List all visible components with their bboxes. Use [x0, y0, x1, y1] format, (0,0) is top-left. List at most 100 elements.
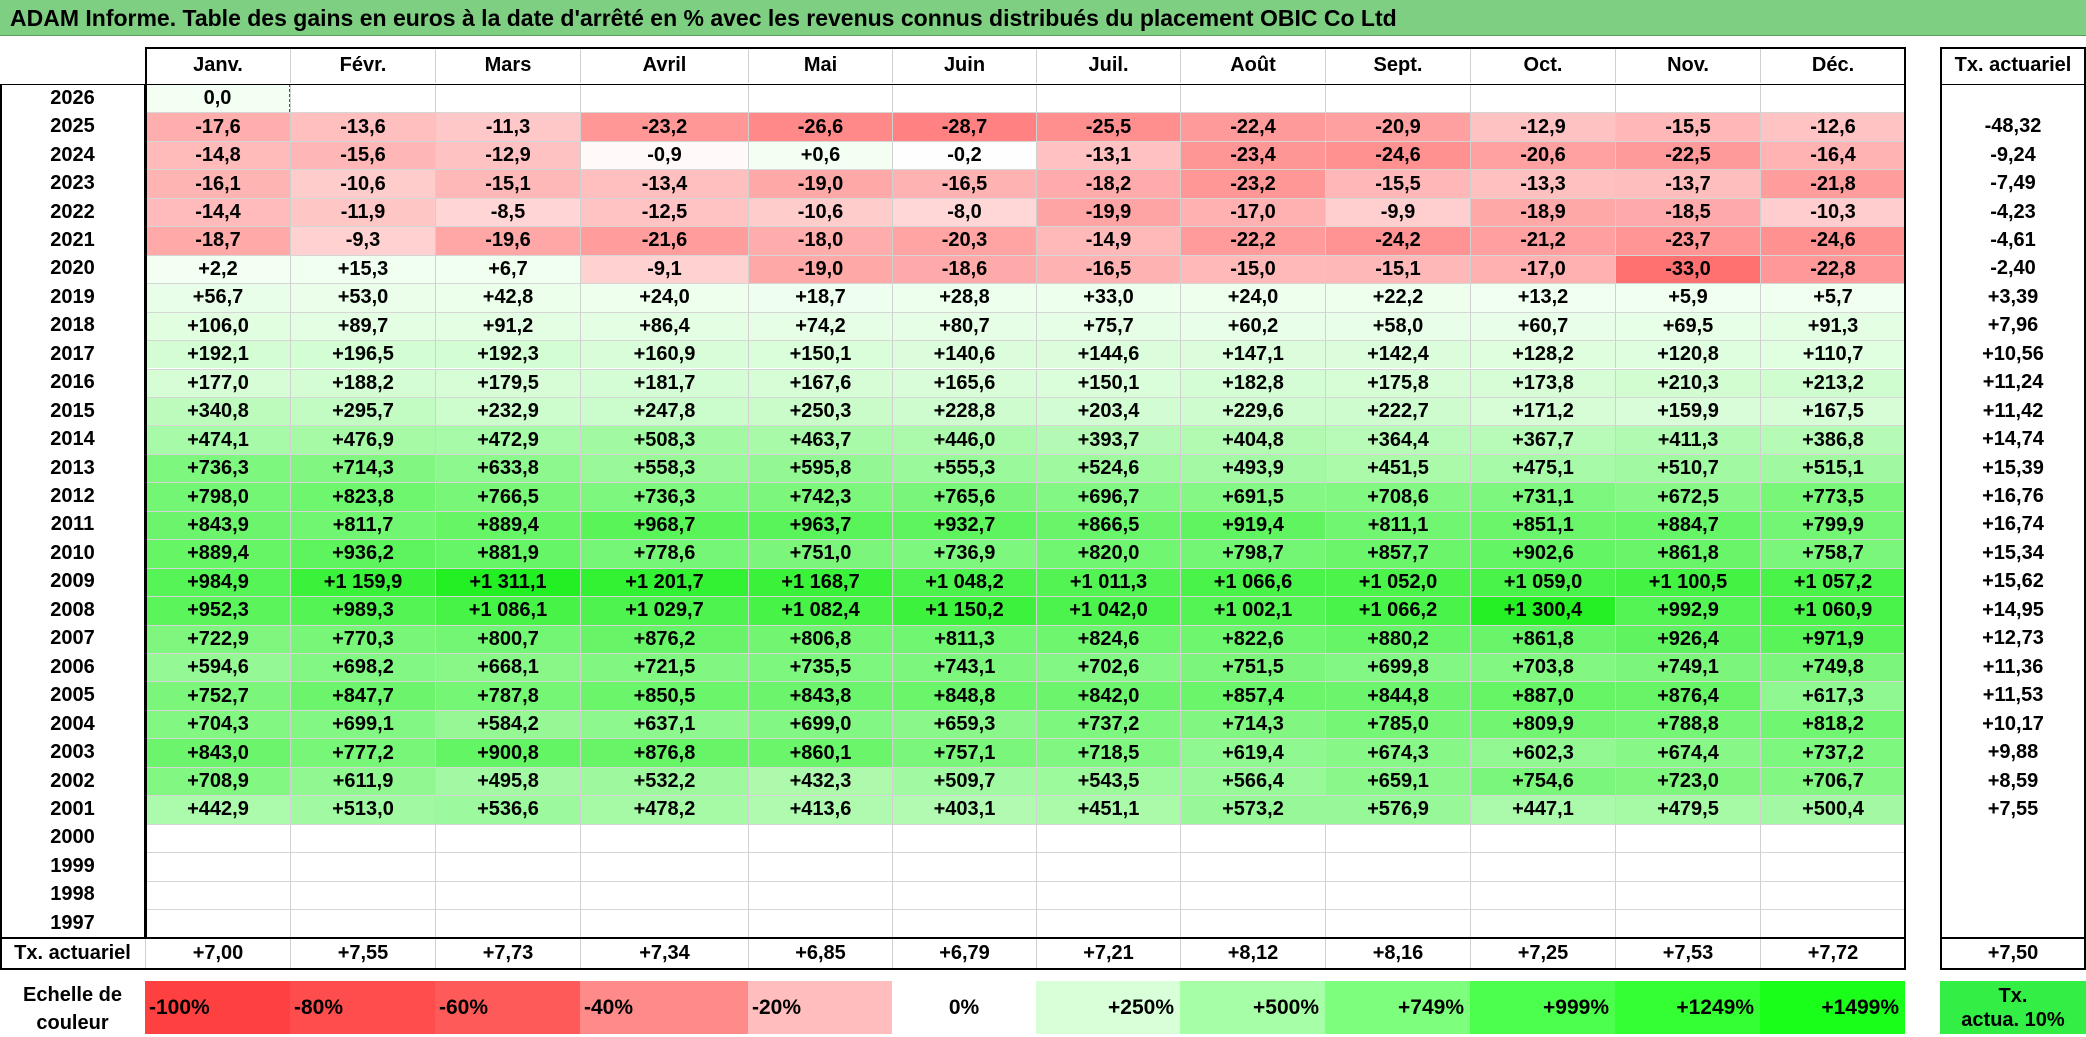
gain-cell: +1 082,4 [748, 596, 892, 625]
gain-cell: -23,2 [1180, 169, 1325, 198]
gain-cell: +787,8 [435, 681, 580, 710]
gain-cell: -21,2 [1470, 226, 1615, 255]
rate-header-underline [1940, 84, 2086, 85]
gain-cell: +884,7 [1615, 510, 1760, 540]
gain-cell: +992,9 [1615, 596, 1760, 625]
gain-cell: -15,5 [1615, 112, 1760, 141]
gain-cell: +58,0 [1325, 311, 1470, 341]
gain-cell: +558,3 [580, 453, 748, 483]
gain-cell: +823,8 [290, 482, 435, 511]
color-scale-swatch: +1249% [1615, 981, 1760, 1034]
gain-cell: +736,3 [580, 482, 748, 511]
gain-cell: +881,9 [435, 539, 580, 568]
gain-cell: +714,3 [1180, 709, 1325, 739]
gain-cell: +451,1 [1036, 795, 1180, 824]
gain-cell: -16,5 [892, 169, 1036, 198]
gain-cell: +806,8 [748, 624, 892, 653]
gain-cell [1180, 823, 1325, 853]
gain-cell: +167,5 [1760, 396, 1905, 426]
gain-cell: +857,4 [1180, 681, 1325, 710]
gain-cell: +971,9 [1760, 624, 1905, 653]
color-scale-swatch: -60% [435, 981, 580, 1034]
gain-cell: -18,9 [1470, 197, 1615, 227]
gain-cell: +508,3 [580, 425, 748, 454]
gain-cell: +1 300,4 [1470, 596, 1615, 625]
gain-cell: +478,2 [580, 795, 748, 824]
gain-cell: +472,9 [435, 425, 580, 454]
color-scale-swatch: +1499% [1760, 981, 1905, 1034]
gain-cell [1325, 880, 1470, 910]
gain-cell: +968,7 [580, 510, 748, 540]
gain-cell: +696,7 [1036, 482, 1180, 511]
gain-cell: -17,0 [1470, 254, 1615, 284]
gain-cell: +785,0 [1325, 709, 1470, 739]
gain-cell [580, 84, 748, 113]
gain-cell: +798,0 [145, 482, 290, 511]
gain-cell: +702,6 [1036, 653, 1180, 682]
gain-cell: +60,2 [1180, 311, 1325, 341]
footer-rate-cell: +7,55 [290, 937, 435, 970]
gain-cell: +247,8 [580, 396, 748, 426]
gain-cell [435, 823, 580, 853]
gain-cell: +811,3 [892, 624, 1036, 653]
footer-rate-cell: +7,00 [145, 937, 290, 970]
gain-cell: +295,7 [290, 396, 435, 426]
gain-cell: +843,0 [145, 738, 290, 767]
gain-cell: +203,4 [1036, 396, 1180, 426]
gain-cell: +393,7 [1036, 425, 1180, 454]
gain-cell [145, 880, 290, 910]
gain-cell [290, 84, 435, 113]
gain-cell: +555,3 [892, 453, 1036, 483]
gain-cell [1180, 852, 1325, 881]
gain-cell: +159,9 [1615, 396, 1760, 426]
gain-cell: +876,2 [580, 624, 748, 653]
gain-cell: +699,1 [290, 709, 435, 739]
gain-cell: +811,1 [1325, 510, 1470, 540]
gain-cell: +476,9 [290, 425, 435, 454]
color-scale-swatch: -20% [748, 981, 892, 1034]
rate-cell: -4,23 [1990, 200, 2036, 223]
rate-cell [1940, 881, 2086, 909]
color-scale-swatch: 0% [892, 981, 1036, 1034]
gain-cell: +773,5 [1760, 482, 1905, 511]
gain-cell: +451,5 [1325, 453, 1470, 483]
gain-cell: -14,8 [145, 140, 290, 170]
gain-cell: +515,1 [1760, 453, 1905, 483]
gain-cell: +691,5 [1180, 482, 1325, 511]
gain-cell [580, 880, 748, 910]
gain-cell [145, 823, 290, 853]
gain-cell [1615, 823, 1760, 853]
gain-cell: +718,5 [1036, 738, 1180, 767]
rate-cell: -2,40 [1990, 257, 2036, 280]
gain-cell: -13,6 [290, 112, 435, 141]
gain-cell: +866,5 [1036, 510, 1180, 540]
year-label: 2025 [50, 115, 95, 138]
gain-cell: +24,0 [580, 283, 748, 312]
gain-cell: +674,4 [1615, 738, 1760, 767]
year-label: 2016 [50, 371, 95, 394]
gain-cell: +1 057,2 [1760, 567, 1905, 597]
gain-cell: +861,8 [1470, 624, 1615, 653]
gain-cell: +919,4 [1180, 510, 1325, 540]
gain-cell: +367,7 [1470, 425, 1615, 454]
gain-cell [1180, 84, 1325, 113]
gain-cell: +637,1 [580, 709, 748, 739]
gain-cell: +413,6 [748, 795, 892, 824]
rate-cell: +11,36 [1982, 655, 2044, 678]
gain-cell: -12,6 [1760, 112, 1905, 141]
gain-cell [290, 880, 435, 910]
gain-cell: -10,3 [1760, 197, 1905, 227]
color-scale-swatch: -40% [580, 981, 748, 1034]
gain-cell [1180, 909, 1325, 938]
rate-cell: +16,76 [1982, 485, 2044, 508]
gain-cell: +766,5 [435, 482, 580, 511]
gain-cell: -15,1 [435, 169, 580, 198]
color-scale-label-line1: Echelle de [23, 984, 122, 1006]
gain-cell [1180, 880, 1325, 910]
gain-cell: 0,0 [145, 84, 290, 113]
gain-cell: -12,5 [580, 197, 748, 227]
gain-cell: +820,0 [1036, 539, 1180, 568]
gain-cell [1325, 909, 1470, 938]
gain-cell [1470, 909, 1615, 938]
gain-cell: +196,5 [290, 340, 435, 369]
